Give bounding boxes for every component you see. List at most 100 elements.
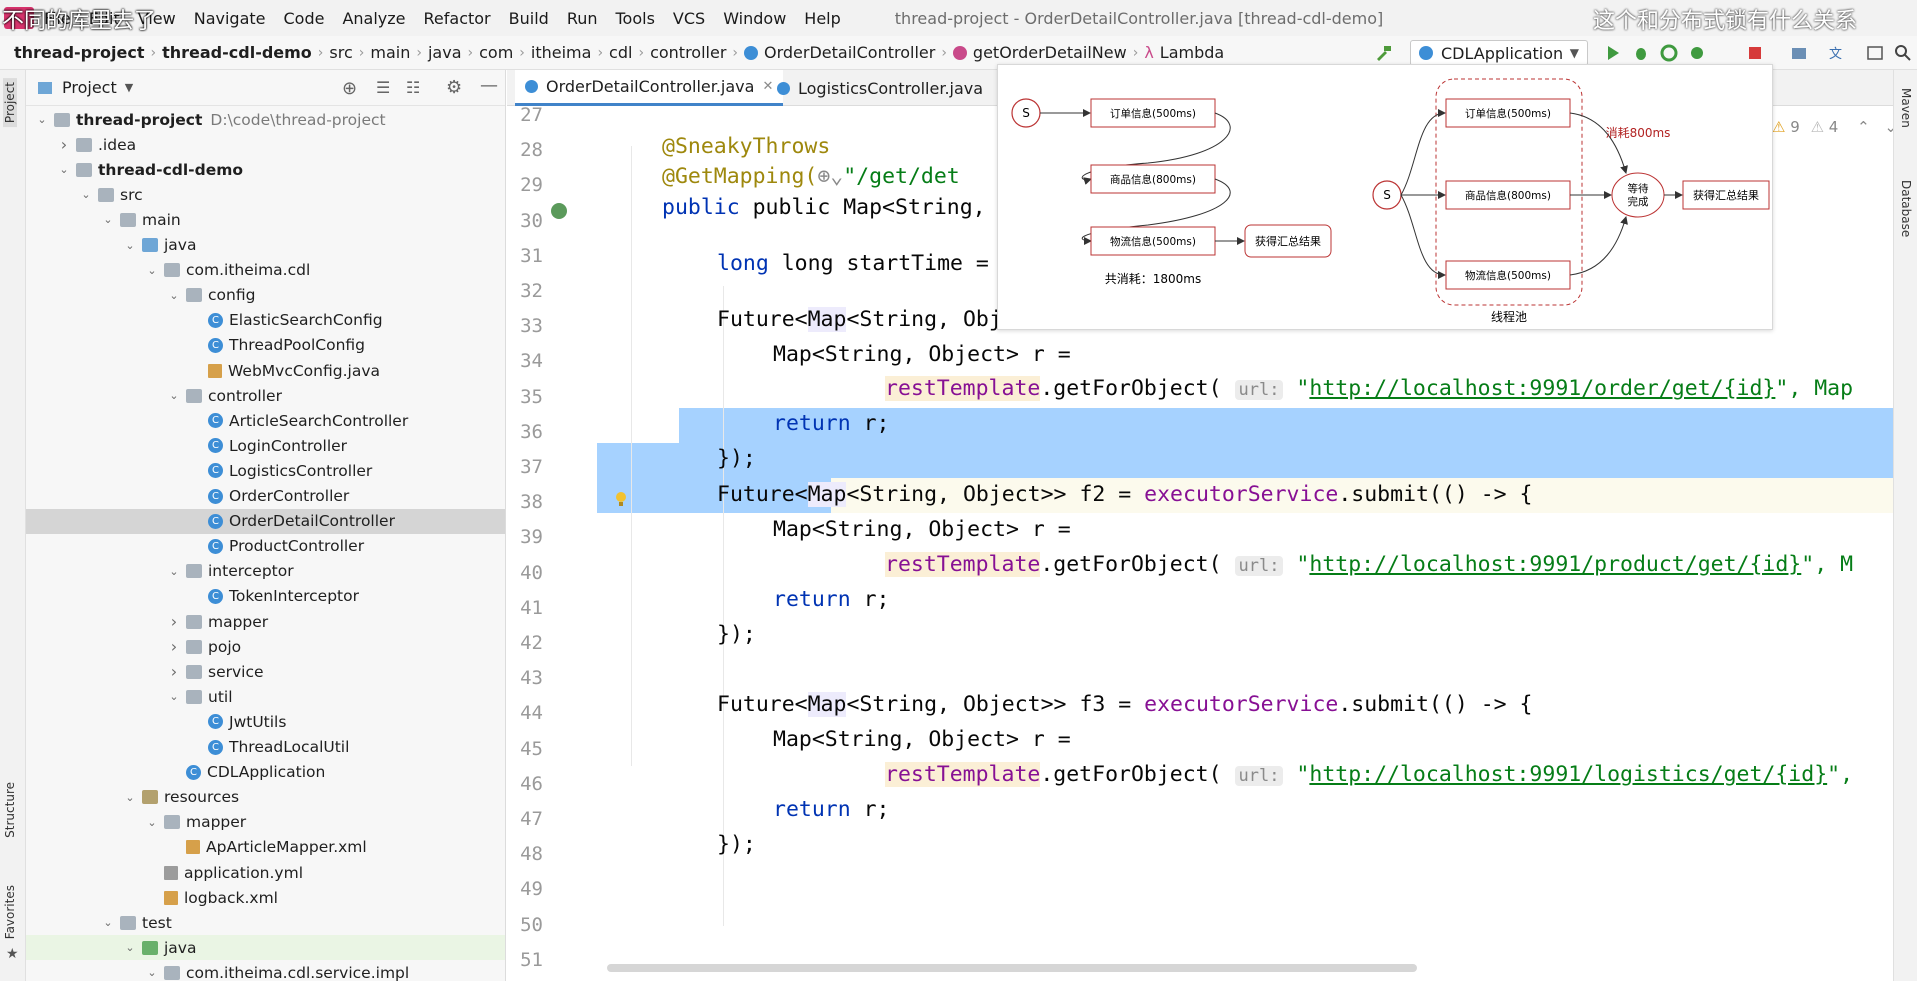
menu-window[interactable]: Window [723,9,786,28]
chevron-right-icon[interactable]: › [166,612,182,631]
tree-item[interactable]: ⌄ config [26,283,505,308]
tree-item[interactable]: C LogisticsController [26,458,505,483]
profile-icon[interactable] [1688,44,1706,62]
gear-icon[interactable]: ⚙ [446,77,462,98]
lightbulb-icon[interactable] [615,491,627,507]
tree-item[interactable]: ⌄ com.itheima.cdl.service.impl [26,960,505,981]
menu-tools[interactable]: Tools [616,9,655,28]
menu-analyze[interactable]: Analyze [342,9,405,28]
menu-refactor[interactable]: Refactor [424,9,491,28]
horizontal-scrollbar[interactable] [607,964,1417,972]
layout-icon[interactable] [1866,44,1884,62]
stop-icon[interactable] [1746,44,1764,62]
tree-item[interactable]: ⌄ interceptor [26,559,505,584]
chevron-down-icon[interactable]: ⌄ [122,239,138,252]
menu-help[interactable]: Help [804,9,840,28]
collapse-all-icon[interactable]: ☷ [406,78,420,97]
tree-item[interactable]: › mapper [26,609,505,634]
breadcrumb-method[interactable]: getOrderDetailNew [973,43,1127,62]
chevron-down-icon[interactable]: ⌄ [56,163,72,176]
breadcrumb-itheima[interactable]: itheima [531,43,592,62]
inspection-widget[interactable]: ⚠ 9 ⚠ 4 ⌃ ⌄ [1772,118,1897,136]
breadcrumb-controller[interactable]: controller [650,43,726,62]
project-panel-title[interactable]: Project [62,78,117,97]
coverage-icon[interactable] [1660,44,1678,62]
chevron-down-icon[interactable]: ⌄ [144,264,160,277]
breadcrumb-project[interactable]: thread-project [14,43,144,62]
breadcrumb-java[interactable]: java [428,43,462,62]
chevron-up-icon[interactable]: ⌃ [1857,118,1870,136]
chevron-down-icon[interactable]: ⌄ [166,690,182,703]
favorites-tool-window-button[interactable]: Favorites [3,885,17,939]
breadcrumb-com[interactable]: com [479,43,513,62]
tree-item[interactable]: ⌄ src [26,182,505,207]
chevron-down-icon[interactable]: ⌄ [166,289,182,302]
build-hammer-icon[interactable] [1374,44,1392,62]
chevron-down-icon[interactable]: ⌄ [144,816,160,829]
tree-item[interactable]: C TokenInterceptor [26,584,505,609]
breadcrumb-module[interactable]: thread-cdl-demo [162,43,312,62]
chevron-down-icon[interactable]: ⌄ [122,941,138,954]
tab-logistics-controller[interactable]: LogisticsController.java [767,70,993,106]
tree-item[interactable]: logback.xml [26,885,505,910]
chevron-down-icon[interactable]: ⌄ [166,389,182,402]
tree-item[interactable]: WebMvcConfig.java [26,358,505,383]
tree-item[interactable]: ⌄ com.itheima.cdl [26,258,505,283]
tree-item[interactable]: C CDLApplication [26,760,505,785]
tree-item[interactable]: C ThreadLocalUtil [26,735,505,760]
chevron-right-icon[interactable]: › [166,637,182,656]
tree-item[interactable]: ⌄ resources [26,785,505,810]
chevron-right-icon[interactable]: › [166,662,182,681]
tree-item[interactable]: ⌄ java [26,233,505,258]
chevron-down-icon[interactable]: ⌄ [100,916,116,929]
tree-item[interactable]: C ArticleSearchController [26,408,505,433]
tree-item[interactable]: C ProductController [26,534,505,559]
tree-item[interactable]: › .idea [26,132,505,157]
debug-icon[interactable] [1632,44,1650,62]
breadcrumb-cdl[interactable]: cdl [609,43,632,62]
tree-item[interactable]: ⌄ test [26,910,505,935]
chevron-right-icon[interactable]: › [56,135,72,154]
tree-item[interactable]: ⌄ thread-project D:\code\thread-project [26,107,505,132]
tree-item[interactable]: ⌄ util [26,684,505,709]
breadcrumb-src[interactable]: src [329,43,352,62]
chevron-down-icon[interactable]: ⌄ [100,213,116,226]
menu-navigate[interactable]: Navigate [194,9,266,28]
tab-order-detail-controller[interactable]: OrderDetailController.java ✕ [515,70,784,106]
structure-tool-window-button[interactable]: Structure [3,782,17,838]
project-structure-icon[interactable] [1790,44,1808,62]
tree-item[interactable]: C JwtUtils [26,709,505,734]
tree-item[interactable]: ApArticleMapper.xml [26,835,505,860]
web-endpoint-icon[interactable] [549,201,569,221]
tree-item[interactable]: ⌄ java [26,935,505,961]
tree-item[interactable]: › service [26,659,505,684]
tree-item[interactable]: application.yml [26,860,505,885]
tree-item[interactable]: C ElasticSearchConfig [26,308,505,333]
menu-run[interactable]: Run [567,9,598,28]
chevron-down-icon[interactable]: ▼ [125,81,133,94]
tree-item[interactable]: ⌄ thread-cdl-demo [26,157,505,182]
chevron-down-icon[interactable]: ⌄ [166,565,182,578]
locate-icon[interactable]: ⊕ [342,78,357,99]
maven-tool-window-button[interactable]: Maven [1899,88,1913,128]
breadcrumb-lambda[interactable]: Lambda [1160,43,1224,62]
chevron-down-icon[interactable]: ⌄ [78,188,94,201]
translate-icon[interactable]: 文 [1828,44,1846,62]
tree-item[interactable]: C ThreadPoolConfig [26,333,505,358]
menu-code[interactable]: Code [284,9,325,28]
breadcrumb-main[interactable]: main [370,43,410,62]
menu-vcs[interactable]: VCS [673,9,705,28]
minimize-icon[interactable]: — [480,75,498,96]
tree-item[interactable]: ⌄ controller [26,383,505,408]
tree-item[interactable]: C OrderController [26,484,505,509]
tree-item[interactable]: ⌄ mapper [26,810,505,835]
run-icon[interactable] [1604,44,1622,62]
project-tool-window-button[interactable]: Project [3,78,17,128]
chevron-down-icon[interactable]: ⌄ [144,966,160,979]
menu-build[interactable]: Build [509,9,549,28]
search-icon[interactable] [1894,44,1912,62]
run-configuration-select[interactable]: CDLApplication ▼ [1410,40,1588,66]
tree-item[interactable]: › pojo [26,634,505,659]
breadcrumb-class[interactable]: OrderDetailController [764,43,935,62]
database-tool-window-button[interactable]: Database [1899,180,1913,237]
